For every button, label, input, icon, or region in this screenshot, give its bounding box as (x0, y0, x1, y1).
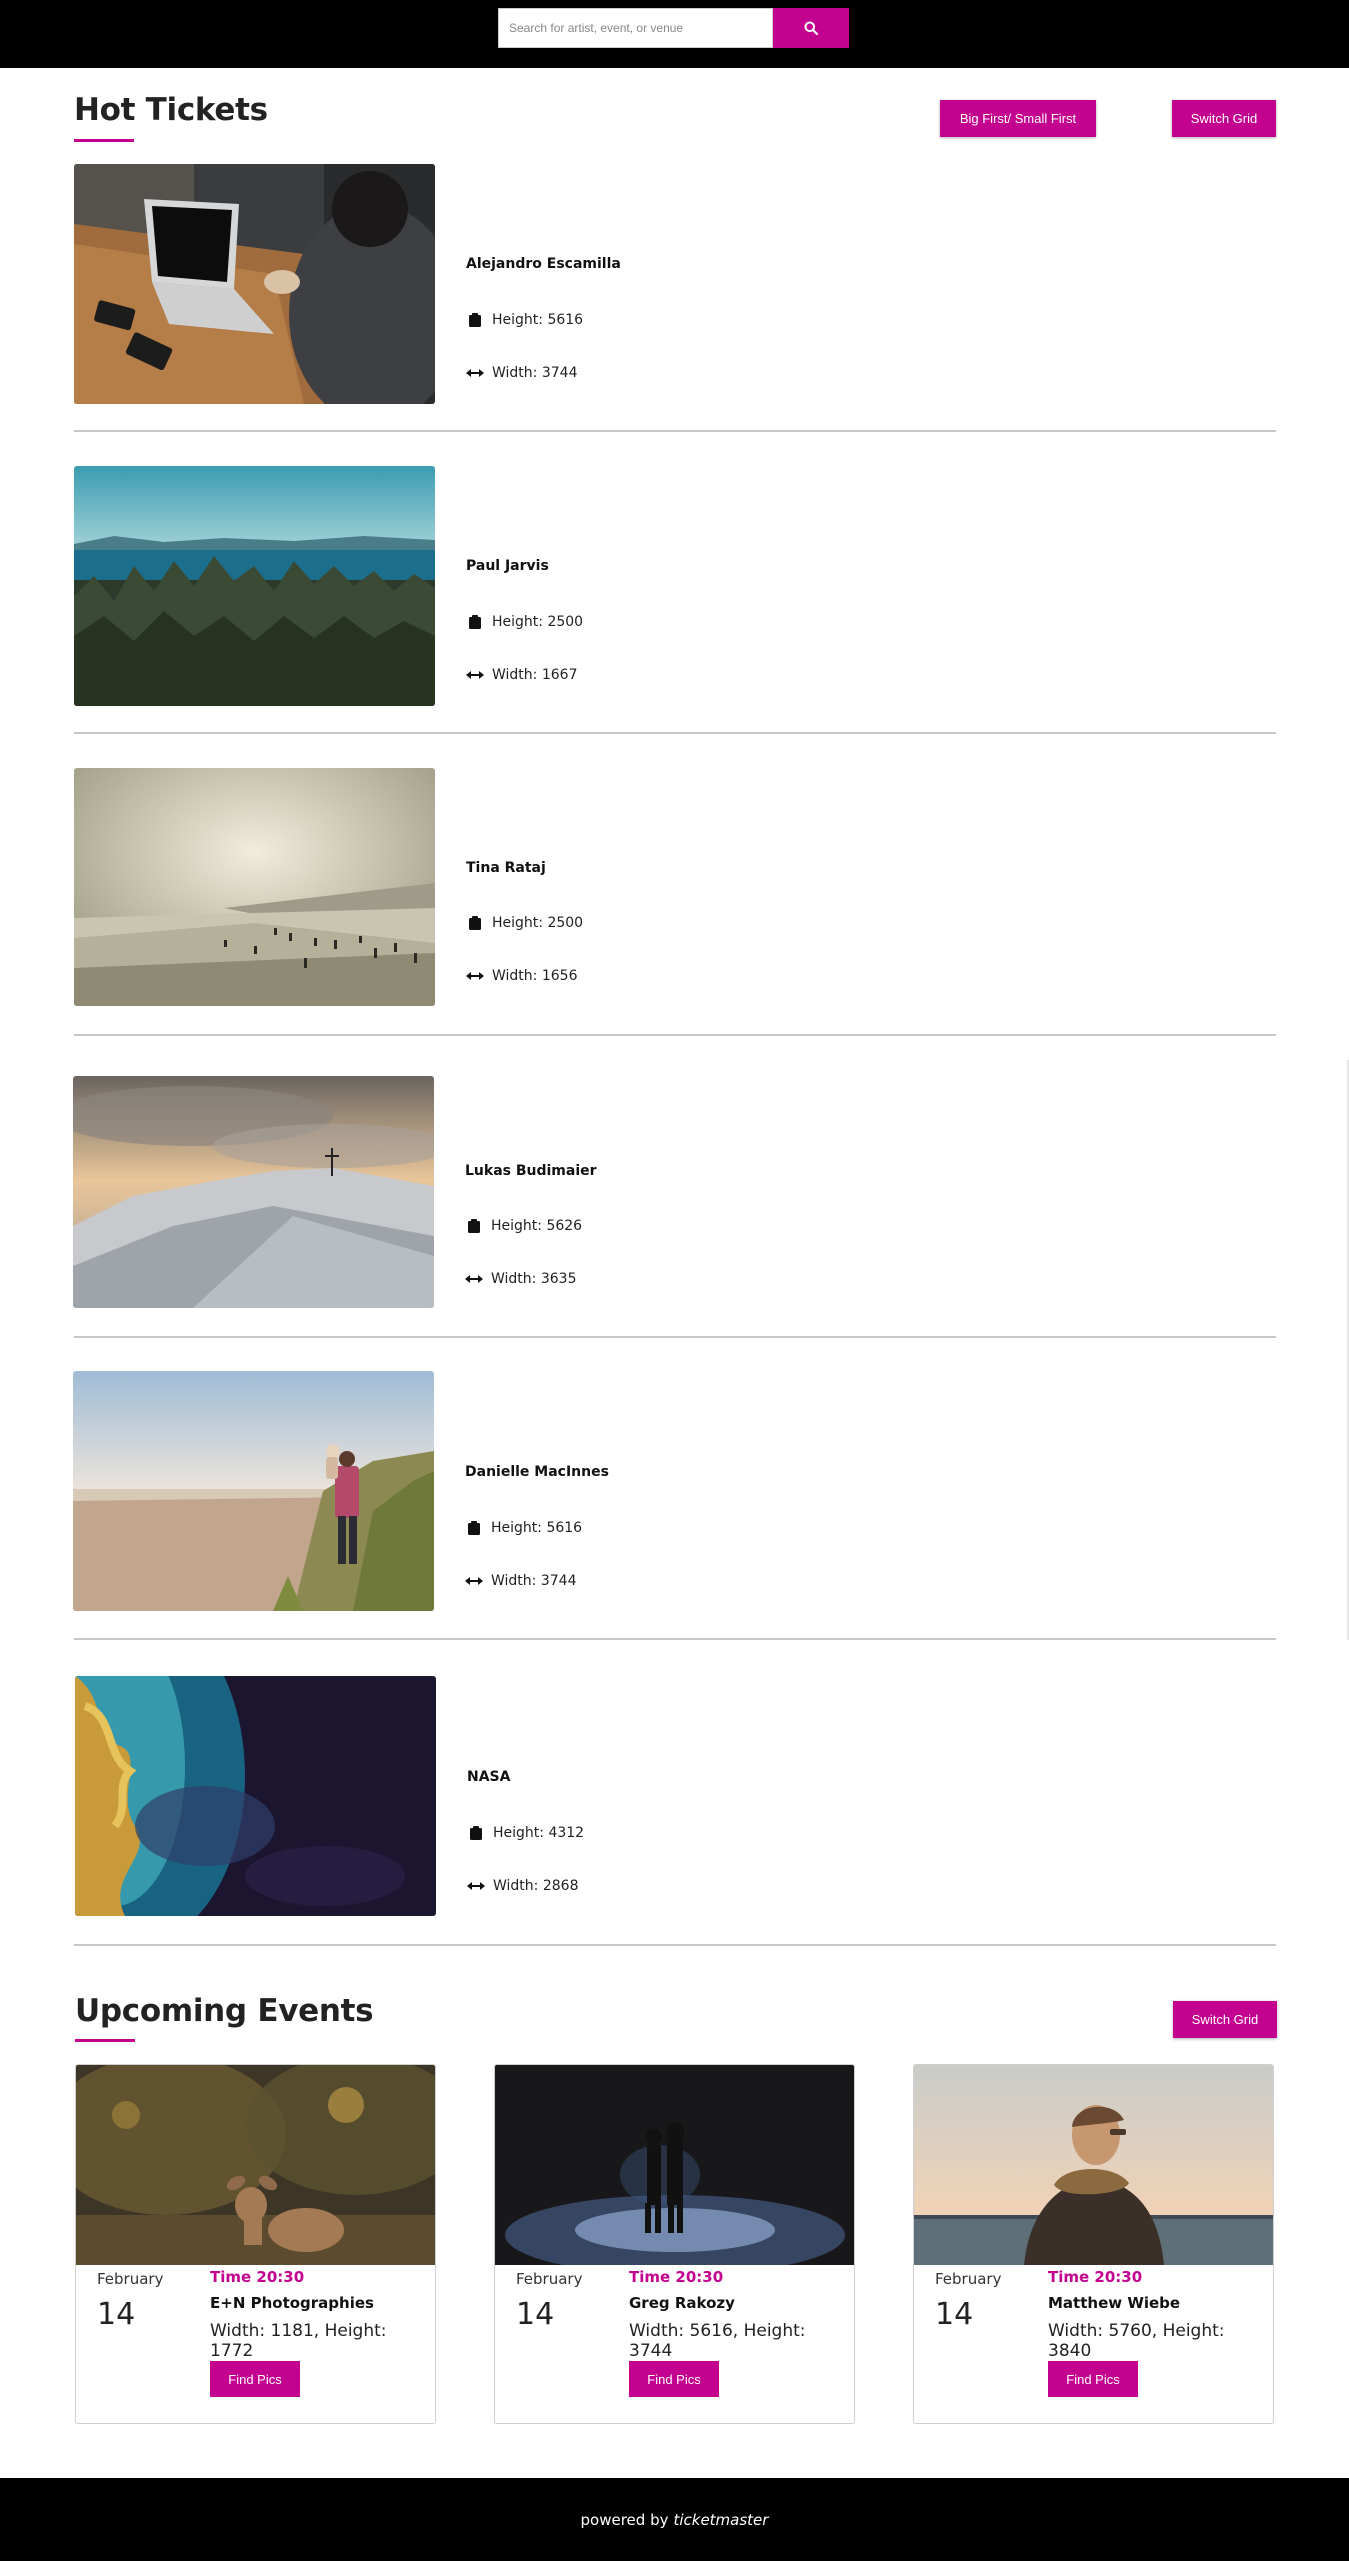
ticket-height: Height: 5626 (465, 1218, 582, 1234)
event-month: February (935, 2270, 1002, 2288)
beach-photo (74, 768, 435, 1006)
arrows-horizontal-icon (466, 971, 484, 981)
search-button[interactable] (773, 8, 849, 48)
search-icon (804, 21, 818, 35)
ticket-width-value: Width: 3744 (491, 1573, 577, 1589)
clipboard-icon (465, 1219, 483, 1233)
ticket-width: Width: 1667 (466, 667, 577, 683)
find-pics-button[interactable]: Find Pics (1048, 2361, 1138, 2397)
ticket-author-name: NASA (467, 1769, 511, 1785)
ticket-image-laptop[interactable] (74, 164, 435, 404)
ticket-width-value: Width: 1667 (492, 667, 578, 683)
fawn-photo (76, 2065, 435, 2265)
footer-prefix: powered by (580, 2510, 669, 2529)
ticket-width-value: Width: 3744 (492, 365, 578, 381)
ticket-author-name: Paul Jarvis (466, 558, 549, 574)
arrows-horizontal-icon (467, 1881, 485, 1891)
ticket-author-name: Alejandro Escamilla (466, 256, 621, 272)
search-bar (498, 8, 849, 48)
ticket-row: Paul Jarvis Height: 2500 Width: 1667 (74, 432, 1276, 734)
ticket-row: Alejandro Escamilla Height: 5616 Width: … (74, 130, 1276, 432)
event-title: E+N Photographies (210, 2294, 374, 2312)
arrows-horizontal-icon (466, 368, 484, 378)
hot-tickets-title: Hot Tickets (74, 92, 268, 128)
ticket-width-value: Width: 2868 (493, 1878, 579, 1894)
event-day: 14 (935, 2297, 974, 2332)
ticket-row: Tina Rataj Height: 2500 Width: 1656 (74, 734, 1276, 1036)
ticket-author-name: Danielle MacInnes (465, 1464, 609, 1480)
ticket-image-forest[interactable] (74, 466, 435, 706)
event-month: February (516, 2270, 583, 2288)
ticket-height: Height: 5616 (465, 1520, 582, 1536)
forest-lake-photo (74, 466, 435, 706)
ticket-height: Height: 5616 (466, 312, 583, 328)
event-card: February 14 Time 20:30 E+N Photographies… (75, 2064, 436, 2424)
event-day: 14 (516, 2297, 555, 2332)
arrows-horizontal-icon (466, 670, 484, 680)
ticket-image-beach[interactable] (74, 768, 435, 1006)
ticket-row: Lukas Budimaier Height: 5626 Width: 3635 (73, 1036, 1276, 1338)
ticket-height-value: Height: 5626 (491, 1218, 583, 1234)
arrows-horizontal-icon (465, 1576, 483, 1586)
footer-brand-link[interactable]: ticketmaster (673, 2511, 768, 2529)
clipboard-icon (466, 313, 484, 327)
event-image-person[interactable] (914, 2065, 1273, 2265)
person-by-water-photo (914, 2065, 1273, 2265)
ticket-height-value: Height: 5616 (491, 1520, 583, 1536)
clipboard-icon (466, 916, 484, 930)
event-image-fawn[interactable] (76, 2065, 435, 2265)
night-silhouette-photo (495, 2065, 854, 2265)
event-time: Time 20:30 (210, 2268, 305, 2286)
event-day: 14 (97, 2297, 136, 2332)
top-bar (0, 0, 1349, 68)
ticket-image-summit[interactable] (73, 1076, 434, 1308)
switch-grid-button-events[interactable]: Switch Grid (1173, 2001, 1277, 2038)
man-carrying-child-photo (73, 1371, 434, 1611)
earth-satellite-photo (75, 1676, 436, 1916)
event-month: February (97, 2270, 164, 2288)
ticket-height: Height: 4312 (467, 1825, 584, 1841)
event-title: Greg Rakozy (629, 2294, 735, 2312)
ticket-height: Height: 2500 (466, 614, 583, 630)
clipboard-icon (466, 615, 484, 629)
event-image-night[interactable] (495, 2065, 854, 2265)
ticket-width: Width: 3635 (465, 1271, 576, 1287)
ticket-height: Height: 2500 (466, 915, 583, 931)
ticket-width-value: Width: 1656 (492, 968, 578, 984)
laptop-photo (74, 164, 435, 404)
event-dimensions: Width: 5760, Height: 3840 (1048, 2321, 1225, 2361)
ticket-row: Danielle MacInnes Height: 5616 Width: 37… (73, 1338, 1276, 1640)
ticket-author-name: Lukas Budimaier (465, 1163, 597, 1179)
find-pics-button[interactable]: Find Pics (629, 2361, 719, 2397)
ticket-width-value: Width: 3635 (491, 1271, 577, 1287)
ticket-height-value: Height: 4312 (493, 1825, 585, 1841)
search-input[interactable] (498, 8, 773, 48)
clipboard-icon (465, 1521, 483, 1535)
event-dimensions: Width: 5616, Height: 3744 (629, 2321, 806, 2361)
event-time: Time 20:30 (1048, 2268, 1143, 2286)
event-dimensions: Width: 1181, Height: 1772 (210, 2321, 387, 2361)
ticket-row: NASA Height: 4312 Width: 2868 (74, 1642, 1276, 1946)
event-card: February 14 Time 20:30 Greg Rakozy Width… (494, 2064, 855, 2424)
clipboard-icon (467, 1826, 485, 1840)
ticket-image-man-child[interactable] (73, 1371, 434, 1611)
ticket-author-name: Tina Rataj (466, 860, 546, 876)
event-time: Time 20:30 (629, 2268, 724, 2286)
ticket-width: Width: 1656 (466, 968, 577, 984)
upcoming-events-underline (75, 2039, 135, 2042)
ticket-image-earth[interactable] (75, 1676, 436, 1916)
snowy-summit-photo (73, 1076, 434, 1308)
event-card: February 14 Time 20:30 Matthew Wiebe Wid… (913, 2064, 1274, 2424)
ticket-width: Width: 3744 (466, 365, 577, 381)
event-title: Matthew Wiebe (1048, 2294, 1181, 2312)
ticket-width: Width: 3744 (465, 1573, 576, 1589)
ticket-height-value: Height: 5616 (492, 312, 584, 328)
ticket-height-value: Height: 2500 (492, 614, 584, 630)
upcoming-events-title: Upcoming Events (75, 1993, 374, 2029)
footer: powered by ticketmaster (0, 2478, 1349, 2561)
find-pics-button[interactable]: Find Pics (210, 2361, 300, 2397)
ticket-width: Width: 2868 (467, 1878, 578, 1894)
arrows-horizontal-icon (465, 1274, 483, 1284)
ticket-height-value: Height: 2500 (492, 915, 584, 931)
